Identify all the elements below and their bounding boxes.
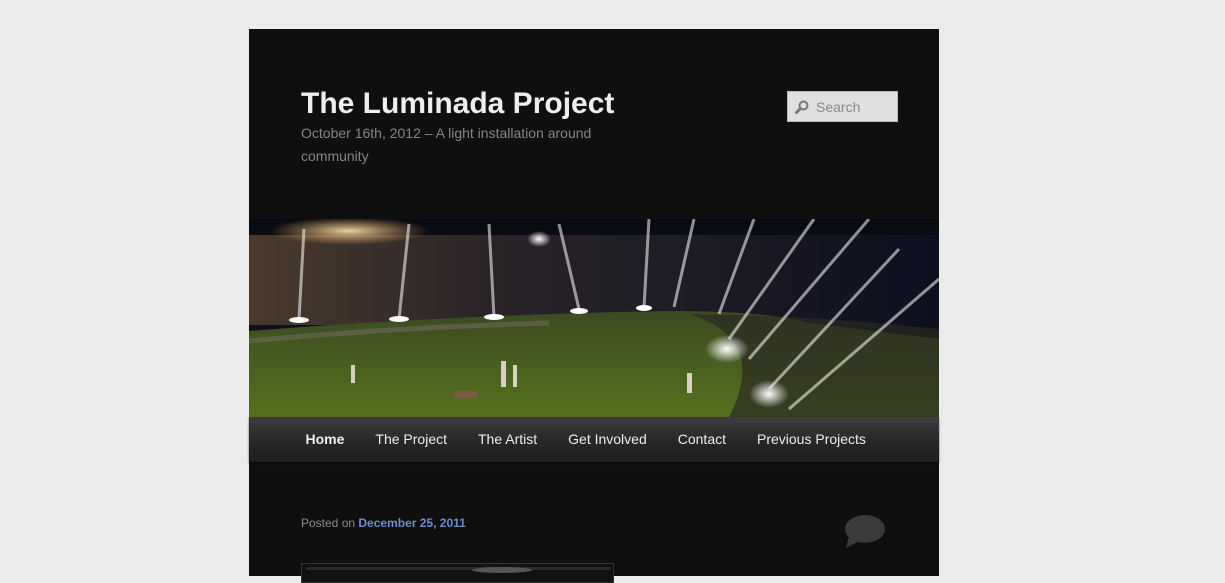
- page-container: The Luminada Project October 16th, 2012 …: [249, 29, 939, 583]
- nav-item-get-involved[interactable]: Get Involved: [553, 417, 663, 462]
- nav-item-home[interactable]: Home: [290, 417, 360, 462]
- search-form: [787, 91, 898, 122]
- post-thumbnail-image[interactable]: [301, 563, 614, 583]
- posted-on-label: Posted on: [301, 516, 356, 530]
- main-navigation: Home The Project The Artist Get Involved…: [249, 417, 939, 462]
- entry-meta: Posted on December 25, 2011: [301, 516, 466, 530]
- header-banner-image[interactable]: [249, 219, 939, 417]
- comment-bubble-icon[interactable]: [843, 514, 887, 550]
- banner-photo: [249, 219, 939, 417]
- nav-item-the-artist[interactable]: The Artist: [463, 417, 553, 462]
- nav-item-previous-projects[interactable]: Previous Projects: [742, 417, 882, 462]
- site-description: October 16th, 2012 – A light installatio…: [301, 125, 592, 164]
- post-date-link[interactable]: December 25, 2011: [358, 516, 465, 530]
- nav-item-the-project[interactable]: The Project: [360, 417, 463, 462]
- site-title[interactable]: The Luminada Project: [301, 86, 614, 122]
- nav-item-contact[interactable]: Contact: [662, 417, 741, 462]
- search-input[interactable]: [788, 92, 897, 121]
